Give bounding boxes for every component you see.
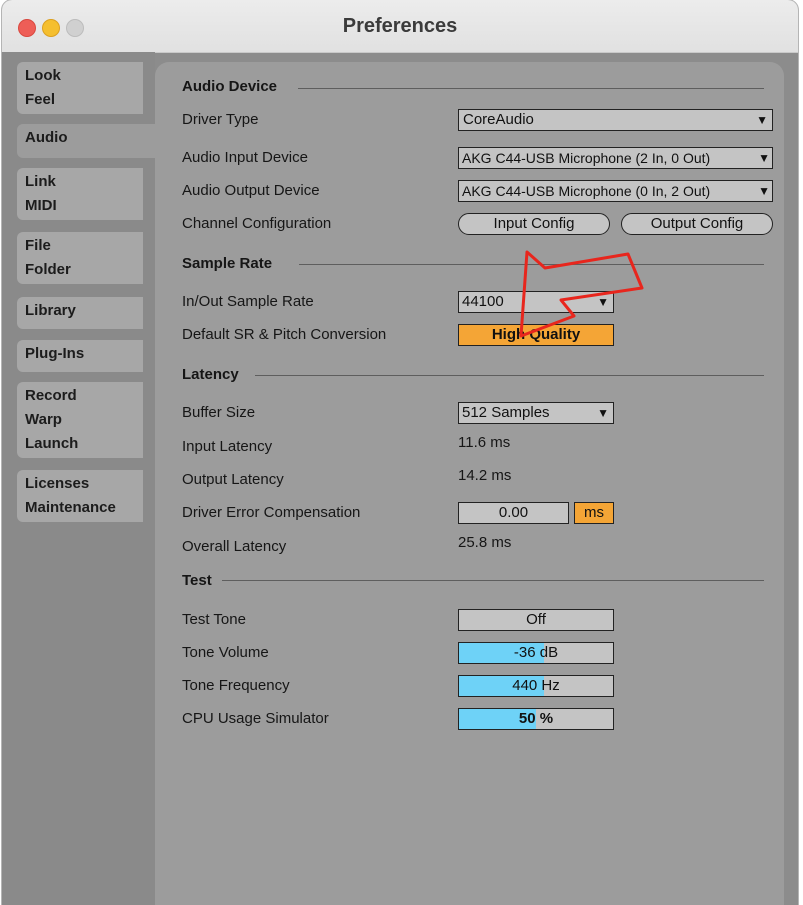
- driver-type-dropdown[interactable]: CoreAudio ▼: [458, 109, 773, 131]
- buffer-size-value: 512 Samples: [462, 404, 550, 421]
- driver-type-label: Driver Type: [182, 111, 259, 128]
- audio-input-device-dropdown[interactable]: AKG C44-USB Microphone (2 In, 0 Out) ▼: [458, 147, 773, 169]
- pitch-conversion-value: High Quality: [491, 326, 581, 343]
- tone-volume-label: Tone Volume: [182, 644, 269, 661]
- section-sample-rate: Sample Rate: [182, 255, 273, 272]
- section-latency: Latency: [182, 366, 239, 383]
- output-latency-value: 14.2 ms: [458, 467, 512, 484]
- sample-rate-value: 44100: [462, 293, 504, 310]
- tab-label: Maintenance: [25, 499, 116, 516]
- cpu-usage-simulator-slider[interactable]: 50 %: [458, 708, 614, 730]
- section-divider: [299, 264, 764, 265]
- sample-rate-label: In/Out Sample Rate: [182, 293, 314, 310]
- title-bar: Preferences: [2, 0, 798, 53]
- pitch-conversion-label: Default SR & Pitch Conversion: [182, 326, 387, 343]
- dropdown-arrow-icon: ▼: [758, 184, 770, 198]
- tab-record-warp-launch[interactable]: Record Warp Launch: [17, 382, 143, 458]
- window-title: Preferences: [342, 15, 458, 37]
- tab-label: Warp: [25, 411, 62, 428]
- tab-library[interactable]: Library: [17, 297, 143, 329]
- section-divider: [222, 580, 764, 581]
- pitch-conversion-button[interactable]: High Quality: [458, 324, 614, 346]
- tone-frequency-value: 440 Hz: [512, 677, 560, 694]
- tab-label: File: [25, 237, 51, 254]
- driver-error-compensation-label: Driver Error Compensation: [182, 504, 361, 521]
- tab-look-feel[interactable]: Look Feel: [17, 62, 143, 114]
- input-config-button[interactable]: Input Config: [458, 213, 610, 235]
- driver-error-compensation-field[interactable]: 0.00: [458, 502, 569, 524]
- input-latency-value: 11.6 ms: [458, 434, 511, 451]
- tab-file-folder[interactable]: File Folder: [17, 232, 143, 284]
- dropdown-arrow-icon: ▼: [756, 113, 768, 127]
- cpu-usage-simulator-label: CPU Usage Simulator: [182, 710, 329, 727]
- tab-label: Link: [25, 173, 56, 190]
- tab-label: Library: [25, 302, 76, 319]
- tab-label: Feel: [25, 91, 56, 108]
- buffer-size-dropdown[interactable]: 512 Samples ▼: [458, 402, 614, 424]
- driver-error-compensation-value: 0.00: [498, 504, 529, 521]
- sidebar: Look Feel Audio Link MIDI File Folder Li…: [2, 52, 157, 905]
- dropdown-arrow-icon: ▼: [597, 295, 609, 309]
- section-test: Test: [182, 572, 212, 589]
- sample-rate-dropdown[interactable]: 44100 ▼: [458, 291, 614, 313]
- cpu-usage-value: 50 %: [518, 710, 554, 727]
- buffer-size-label: Buffer Size: [182, 404, 256, 421]
- test-tone-value: Off: [526, 611, 546, 628]
- overall-latency-label: Overall Latency: [182, 538, 287, 555]
- tab-label: Licenses: [25, 475, 90, 492]
- section-divider: [255, 375, 764, 376]
- tab-audio[interactable]: Audio: [17, 124, 157, 158]
- tone-frequency-label: Tone Frequency: [182, 677, 290, 694]
- tab-label: Folder: [25, 261, 71, 278]
- input-latency-label: Input Latency: [182, 438, 273, 455]
- output-latency-label: Output Latency: [182, 471, 284, 488]
- audio-output-device-value: AKG C44-USB Microphone (0 In, 2 Out): [462, 183, 711, 199]
- dropdown-arrow-icon: ▼: [758, 151, 770, 165]
- audio-output-device-dropdown[interactable]: AKG C44-USB Microphone (0 In, 2 Out) ▼: [458, 180, 773, 202]
- overall-latency-value: 25.8 ms: [458, 534, 512, 551]
- tab-label: Look: [25, 67, 61, 84]
- audio-output-device-label: Audio Output Device: [182, 182, 320, 199]
- preferences-window: Preferences Look Feel Audio Link MIDI Fi…: [2, 0, 798, 905]
- audio-settings-panel: Audio Device Driver Type CoreAudio ▼ Aud…: [155, 62, 784, 905]
- audio-input-device-value: AKG C44-USB Microphone (2 In, 0 Out): [462, 150, 711, 166]
- tab-licenses-maintenance[interactable]: Licenses Maintenance: [17, 470, 143, 522]
- test-tone-label: Test Tone: [182, 611, 246, 628]
- section-divider: [298, 88, 764, 89]
- tab-plug-ins[interactable]: Plug-Ins: [17, 340, 143, 372]
- output-config-button[interactable]: Output Config: [621, 213, 773, 235]
- tab-label: Launch: [25, 435, 79, 452]
- compensation-unit-label: ms: [584, 504, 604, 521]
- tab-link-midi[interactable]: Link MIDI: [17, 168, 143, 220]
- audio-input-device-label: Audio Input Device: [182, 149, 308, 166]
- channel-configuration-label: Channel Configuration: [182, 215, 332, 232]
- tone-volume-value: -36 dB: [513, 644, 559, 661]
- driver-type-value: CoreAudio: [463, 111, 534, 128]
- tab-label: Plug-Ins: [25, 345, 85, 362]
- compensation-unit-button[interactable]: ms: [574, 502, 614, 524]
- tab-label: Audio: [25, 129, 68, 146]
- section-audio-device: Audio Device: [182, 78, 278, 95]
- tone-frequency-slider[interactable]: 440 Hz: [458, 675, 614, 697]
- tab-label: Record: [25, 387, 77, 404]
- tone-volume-slider[interactable]: -36 dB: [458, 642, 614, 664]
- tab-label: MIDI: [25, 197, 57, 214]
- test-tone-toggle[interactable]: Off: [458, 609, 614, 631]
- dropdown-arrow-icon: ▼: [597, 406, 609, 420]
